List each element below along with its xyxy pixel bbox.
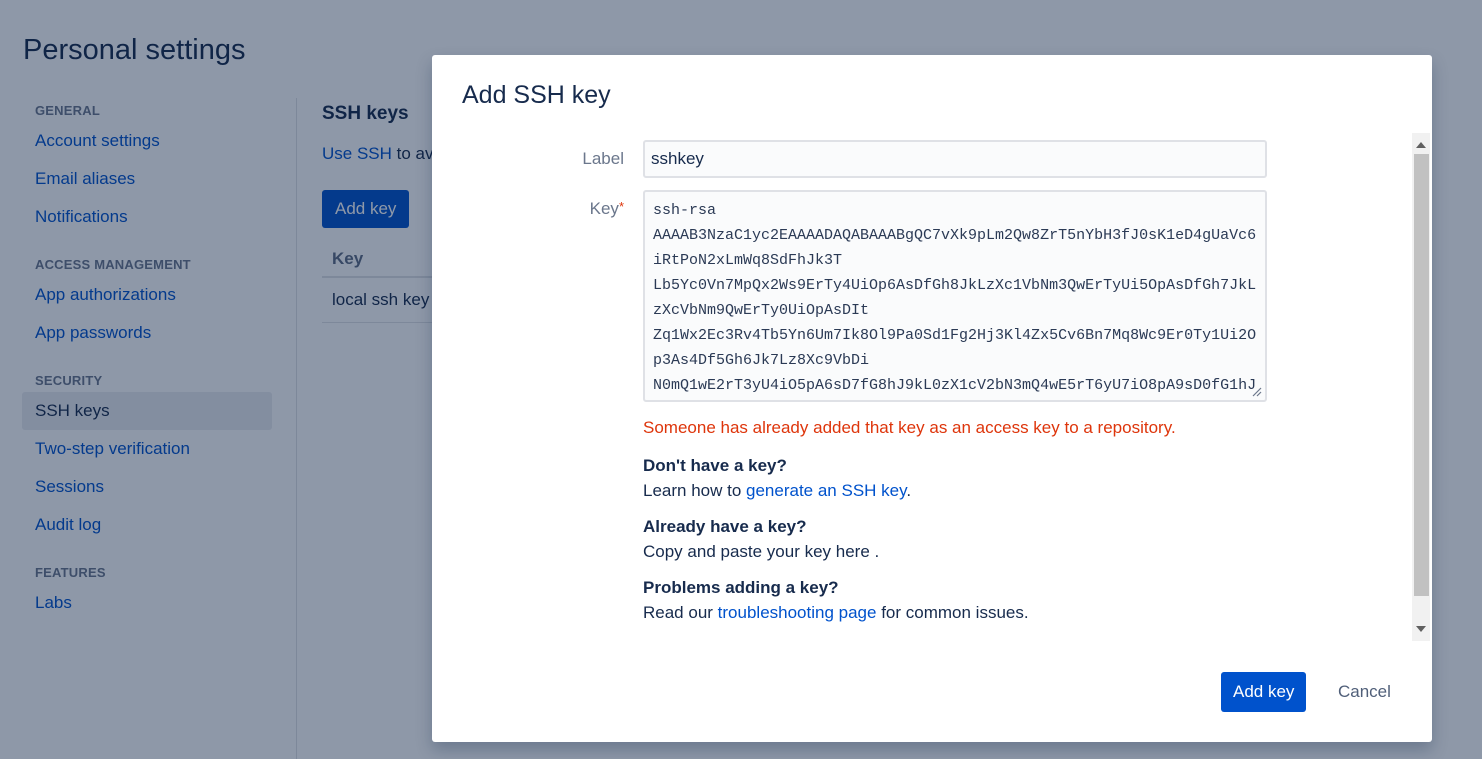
cancel-button[interactable]: Cancel	[1328, 672, 1401, 712]
key-label-text: Key	[589, 199, 619, 218]
scrollbar-thumb[interactable]	[1414, 154, 1429, 596]
dialog-body: Label Key* ssh-rsa AAAAB3NzaC1yc2EAAAADA…	[432, 133, 1412, 641]
dialog-scrollbar[interactable]	[1412, 133, 1430, 641]
help-dont-have-key: Don't have a key? Learn how to generate …	[643, 453, 911, 503]
help-text-suffix: .	[906, 481, 912, 500]
dialog-title: Add SSH key	[462, 81, 611, 109]
scroll-down-arrow-icon[interactable]	[1416, 626, 1426, 632]
help-text-prefix: Read our	[643, 603, 718, 622]
troubleshooting-page-link[interactable]: troubleshooting page	[718, 603, 877, 622]
help-text: Copy and paste your key here .	[643, 542, 880, 561]
resize-handle-icon[interactable]	[1250, 385, 1262, 397]
error-message: Someone has already added that key as an…	[643, 418, 1176, 437]
label-input[interactable]	[643, 140, 1267, 178]
help-text: Read our troubleshooting page for common…	[643, 600, 1029, 625]
help-text-suffix: for common issues.	[876, 603, 1029, 622]
help-title: Don't have a key?	[643, 456, 787, 475]
generate-ssh-key-link[interactable]: generate an SSH key	[746, 481, 906, 500]
key-field-label: Key*	[524, 199, 624, 219]
scroll-up-arrow-icon[interactable]	[1416, 142, 1426, 148]
help-text: Learn how to generate an SSH key.	[643, 478, 911, 503]
submit-add-key-button[interactable]: Add key	[1221, 672, 1307, 712]
required-marker: *	[618, 199, 624, 214]
help-text-prefix: Learn how to	[643, 481, 747, 500]
help-already-have-key: Already have a key? Copy and paste your …	[643, 514, 879, 564]
label-field-label: Label	[582, 149, 624, 168]
help-title: Already have a key?	[643, 517, 807, 536]
help-title: Problems adding a key?	[643, 578, 839, 597]
help-problems-adding-key: Problems adding a key? Read our troubles…	[643, 575, 1029, 625]
key-textarea[interactable]: ssh-rsa AAAAB3NzaC1yc2EAAAADAQABAAABgQC7…	[643, 190, 1267, 402]
add-ssh-key-dialog: Add SSH key Label Key* ssh-rsa AAAAB3Nza…	[432, 55, 1432, 742]
